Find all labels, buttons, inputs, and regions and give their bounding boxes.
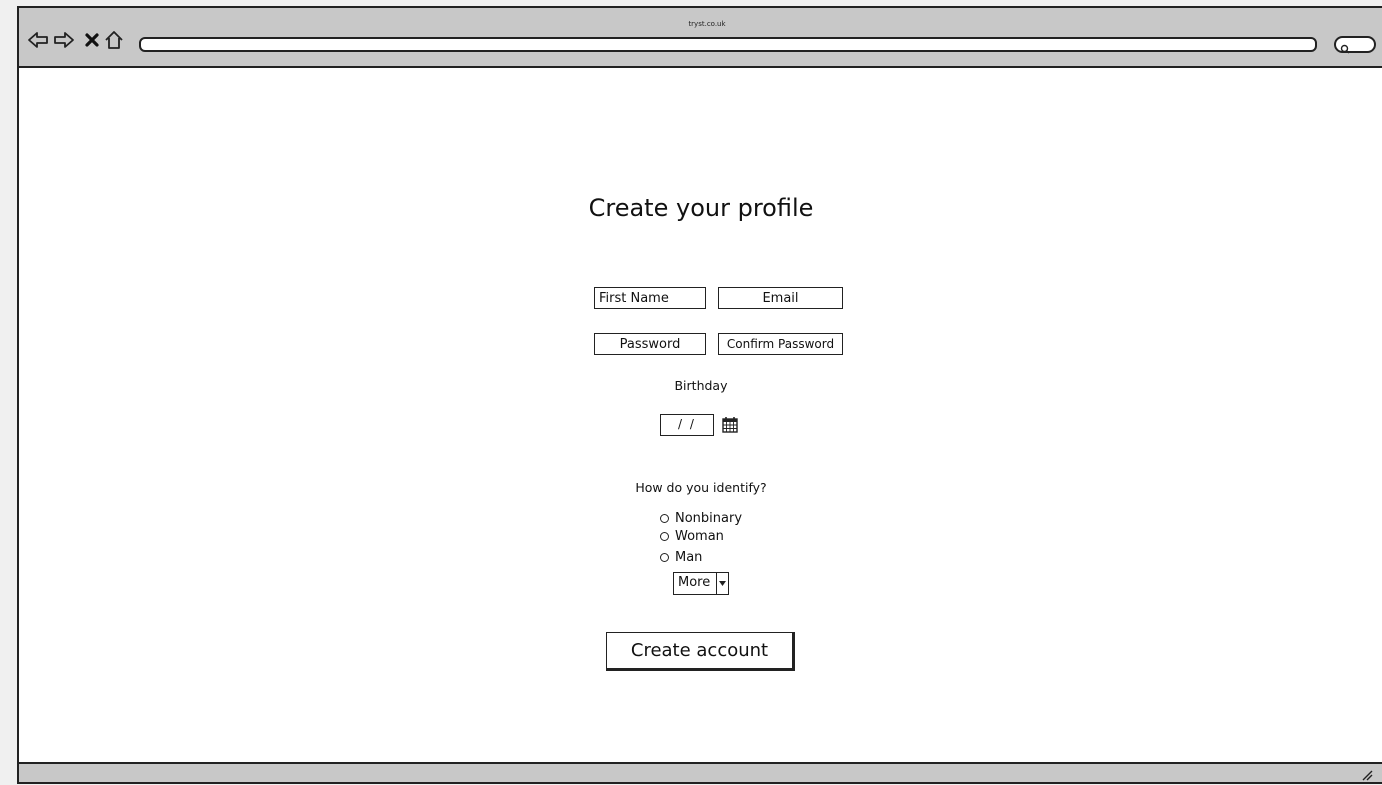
address-bar[interactable]	[139, 37, 1317, 52]
close-icon[interactable]	[81, 29, 103, 51]
radio-label: Nonbinary	[675, 510, 743, 526]
chevron-down-icon[interactable]	[716, 573, 728, 594]
confirm-password-field[interactable]	[718, 333, 843, 355]
radio-man[interactable]: Man	[660, 548, 702, 566]
birthday-label: Birthday	[674, 378, 728, 393]
birthday-date-field[interactable]: / /	[660, 414, 714, 436]
create-account-button[interactable]: Create account	[606, 632, 795, 671]
email-field[interactable]	[718, 287, 843, 309]
radio-label: Man	[675, 549, 703, 565]
browser-toolbar: tryst.co.uk	[19, 8, 1382, 68]
radio-nonbinary[interactable]: Nonbinary	[660, 509, 742, 527]
back-arrow-icon[interactable]	[27, 29, 49, 51]
password-field[interactable]	[594, 333, 706, 355]
radio-button[interactable]	[660, 531, 669, 541]
radio-button[interactable]	[660, 513, 669, 523]
more-select-value: More	[678, 575, 711, 590]
browser-statusbar	[19, 762, 1382, 782]
url-caption: tryst.co.uk	[688, 20, 726, 28]
radio-label: Woman	[675, 528, 724, 544]
resize-grip-icon[interactable]	[1359, 766, 1373, 781]
more-identity-select[interactable]: More	[673, 572, 729, 595]
forward-arrow-icon[interactable]	[53, 29, 75, 51]
first-name-field[interactable]	[594, 287, 706, 309]
search-box[interactable]	[1334, 36, 1376, 54]
page-title: Create your profile	[588, 194, 814, 223]
radio-woman[interactable]: Woman	[660, 527, 724, 545]
radio-button[interactable]	[660, 552, 669, 562]
home-icon[interactable]	[103, 29, 125, 51]
identify-label: How do you identify?	[635, 480, 767, 495]
browser-window: tryst.co.uk Create your profile Birthday…	[17, 6, 1382, 784]
calendar-icon[interactable]	[722, 416, 738, 433]
search-icon	[1340, 39, 1350, 54]
